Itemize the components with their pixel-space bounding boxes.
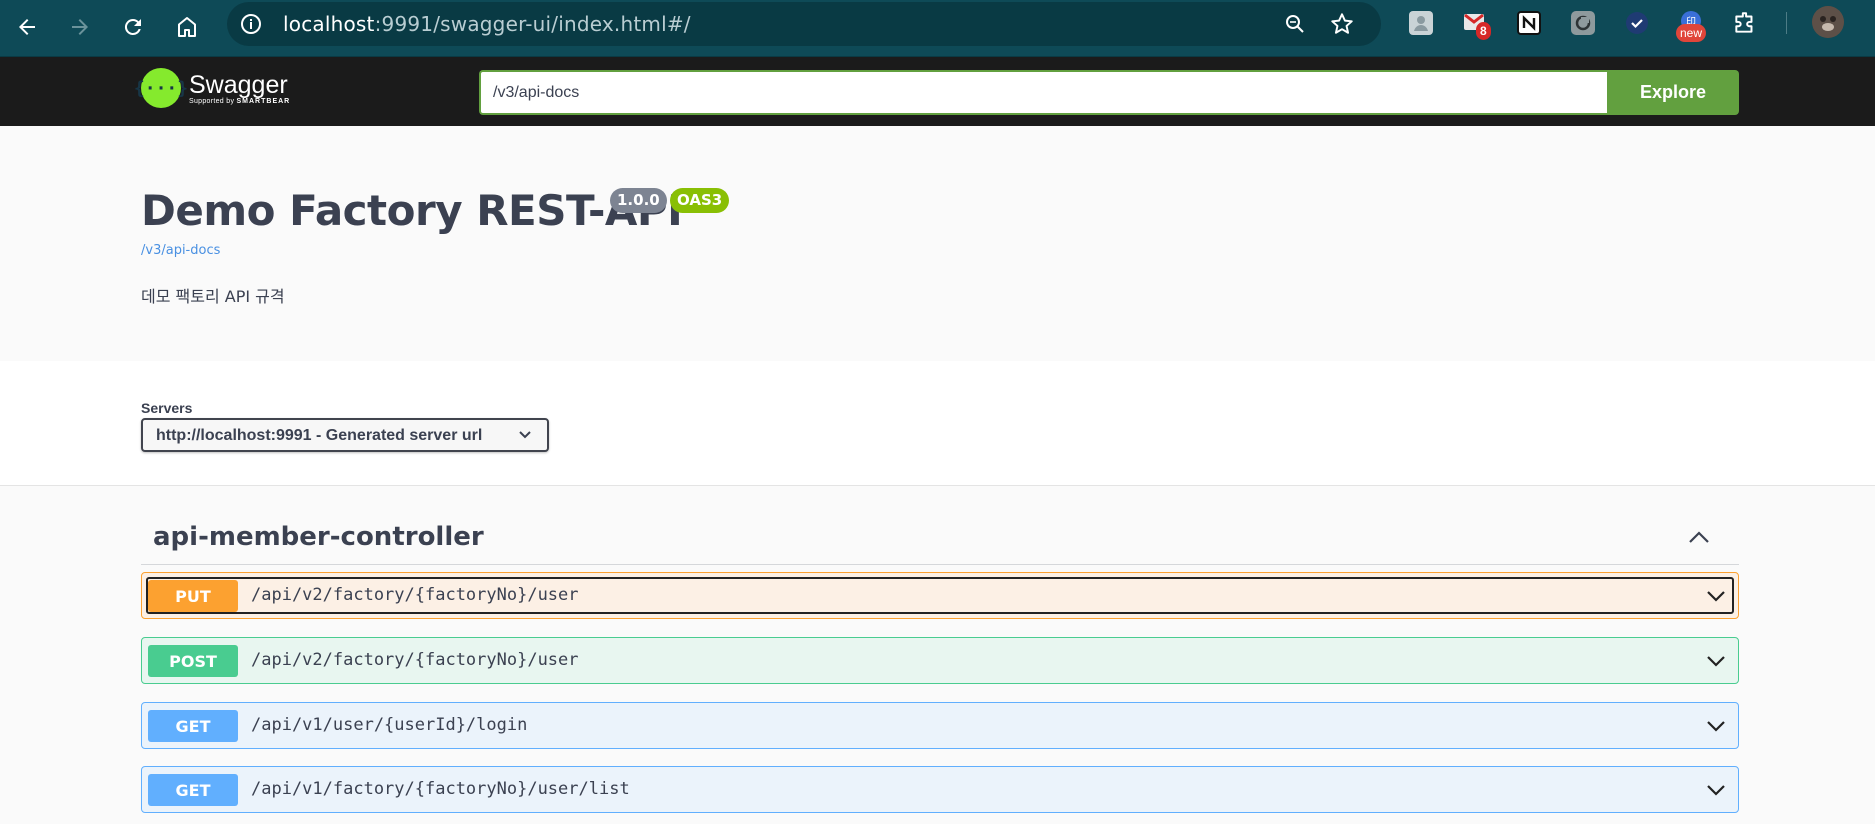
chevron-down-icon[interactable] bbox=[1706, 654, 1726, 668]
bookmark-star-icon[interactable] bbox=[1329, 11, 1355, 37]
chevron-down-icon[interactable] bbox=[1706, 589, 1726, 603]
profile-avatar[interactable] bbox=[1812, 6, 1844, 38]
extension-mail-icon[interactable]: 8 bbox=[1460, 8, 1491, 40]
api-info: Demo Factory REST-API 1.0.0 OAS3 /v3/api… bbox=[0, 126, 1875, 361]
api-description: 데모 팩토리 API 규격 bbox=[141, 287, 285, 306]
url-path: :9991/swagger-ui/index.html#/ bbox=[374, 12, 691, 36]
spec-link[interactable]: /v3/api-docs bbox=[141, 243, 220, 258]
logo-company-text: SMARTBEAR bbox=[236, 97, 291, 105]
servers-select[interactable]: http://localhost:9991 - Generated server… bbox=[141, 418, 549, 452]
operation-post-user[interactable]: POST /api/v2/factory/{factoryNo}/user bbox=[141, 637, 1739, 684]
extension-sync-icon[interactable] bbox=[1568, 8, 1598, 38]
address-bar[interactable]: localhost:9991/swagger-ui/index.html#/ bbox=[227, 2, 1381, 46]
method-badge: GET bbox=[148, 710, 238, 742]
arrow-right-icon bbox=[72, 19, 88, 35]
swagger-topbar: {···} Swagger Supported by SMARTBEAR /v3… bbox=[0, 57, 1875, 126]
chevron-down-icon bbox=[519, 431, 531, 439]
zoom-icon[interactable] bbox=[1283, 12, 1307, 36]
home-button[interactable] bbox=[168, 8, 206, 46]
operation-get-user-list[interactable]: GET /api/v1/factory/{factoryNo}/user/lis… bbox=[141, 766, 1739, 813]
logo-supported-text: Supported by bbox=[189, 97, 235, 105]
url-host: localhost bbox=[283, 12, 375, 36]
chevron-down-icon[interactable] bbox=[1706, 719, 1726, 733]
servers-label: Servers bbox=[141, 400, 193, 416]
swagger-logo[interactable]: {···} Swagger Supported by SMARTBEAR bbox=[134, 68, 290, 108]
operation-put-user[interactable]: PUT /api/v2/factory/{factoryNo}/user bbox=[141, 572, 1739, 619]
toolbar-divider bbox=[1786, 12, 1787, 34]
method-badge: PUT bbox=[148, 580, 238, 612]
extension-check-icon[interactable] bbox=[1622, 8, 1652, 38]
explore-button[interactable]: Explore bbox=[1607, 70, 1739, 115]
logo-title: Swagger bbox=[189, 70, 288, 99]
new-badge: new bbox=[1676, 24, 1707, 42]
extension-contacts-icon[interactable] bbox=[1406, 8, 1436, 38]
extensions-puzzle-icon[interactable] bbox=[1730, 8, 1760, 38]
extension-notion-icon[interactable] bbox=[1514, 8, 1544, 38]
back-button[interactable] bbox=[8, 8, 46, 46]
chevron-up-icon[interactable] bbox=[1687, 528, 1711, 546]
reload-button[interactable] bbox=[114, 8, 152, 46]
logo-subtitle: Supported by SMARTBEAR bbox=[189, 98, 290, 105]
method-badge: GET bbox=[148, 774, 238, 806]
operation-path: /api/v2/factory/{factoryNo}/user bbox=[251, 650, 579, 670]
arrow-left-icon bbox=[19, 19, 35, 35]
home-icon bbox=[178, 17, 196, 37]
operation-get-login[interactable]: GET /api/v1/user/{userId}/login bbox=[141, 702, 1739, 749]
tag-section-header[interactable]: api-member-controller bbox=[141, 512, 1739, 565]
site-info-icon[interactable] bbox=[239, 12, 263, 36]
method-badge: POST bbox=[148, 645, 238, 677]
forward-button[interactable] bbox=[61, 8, 99, 46]
swagger-logo-icon: {···} bbox=[134, 68, 188, 108]
reload-icon bbox=[124, 18, 141, 35]
servers-selected-value: http://localhost:9991 - Generated server… bbox=[156, 427, 483, 444]
extension-new-icon[interactable]: 印 new bbox=[1676, 8, 1707, 42]
operation-path: /api/v1/factory/{factoryNo}/user/list bbox=[251, 779, 630, 799]
spec-url-input[interactable]: /v3/api-docs bbox=[479, 70, 1607, 115]
explore-form: /v3/api-docs Explore bbox=[479, 70, 1739, 115]
tag-name: api-member-controller bbox=[153, 522, 484, 552]
operation-path: /api/v2/factory/{factoryNo}/user bbox=[251, 585, 579, 605]
chevron-down-icon[interactable] bbox=[1706, 783, 1726, 797]
oas-badge: OAS3 bbox=[670, 188, 730, 213]
browser-toolbar: localhost:9991/swagger-ui/index.html#/ 8… bbox=[0, 0, 1875, 57]
mail-badge-count: 8 bbox=[1476, 22, 1491, 40]
operation-path: /api/v1/user/{userId}/login bbox=[251, 715, 528, 735]
version-badge: 1.0.0 bbox=[610, 188, 667, 213]
servers-section: Servers http://localhost:9991 - Generate… bbox=[0, 361, 1875, 486]
page-title: Demo Factory REST-API bbox=[141, 186, 683, 235]
url-text: localhost:9991/swagger-ui/index.html#/ bbox=[283, 12, 691, 36]
